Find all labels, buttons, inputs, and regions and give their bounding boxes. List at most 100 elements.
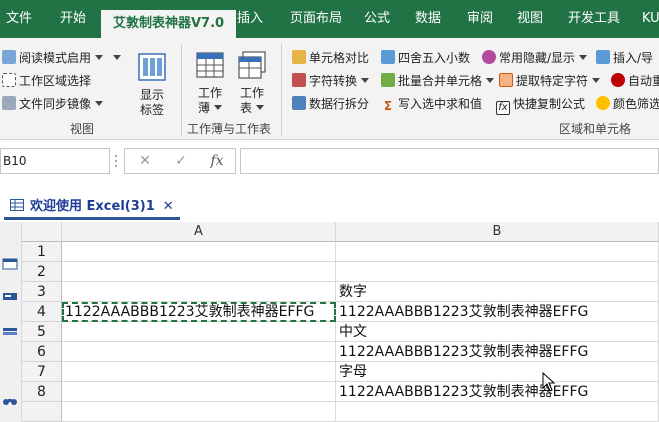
char-convert-label: 字符转换: [309, 74, 358, 88]
sheet-grid-icon: [10, 199, 24, 211]
cell-b3[interactable]: 数字: [336, 282, 659, 302]
extract-icon: [499, 73, 513, 87]
reading-mode-button[interactable]: 阅读模式启用: [2, 48, 122, 68]
worksheet-icon: [238, 51, 266, 79]
batch-merge-label: 批量合并单元格: [398, 74, 483, 88]
cell-a2[interactable]: [62, 262, 336, 282]
workbook-group-label: 工作薄与工作表: [187, 122, 272, 136]
cell-a6[interactable]: [62, 342, 336, 362]
file-sync-mirror-button[interactable]: 文件同步镜像: [2, 94, 104, 114]
auto-repeat-label: 自动重: [628, 74, 659, 88]
hide-show-button[interactable]: 常用隐藏/显示: [482, 48, 588, 68]
row-split-button[interactable]: 数据行拆分: [292, 94, 369, 114]
row-header[interactable]: 4: [22, 302, 62, 322]
char-convert-button[interactable]: 字符转换: [292, 71, 370, 91]
cell-b8[interactable]: 1122AAABBB1223艾敦制表神器EFFG: [336, 382, 659, 402]
formula-input[interactable]: [240, 148, 659, 174]
tab-page-layout[interactable]: 页面布局: [288, 0, 344, 38]
tab-file[interactable]: 文件: [4, 0, 34, 38]
round-decimal-label: 四舍五入小数: [398, 51, 471, 65]
stack-icon[interactable]: [2, 326, 18, 338]
binoculars-icon[interactable]: [2, 394, 18, 406]
select-all-corner[interactable]: [22, 222, 62, 242]
tab-view[interactable]: 视图: [515, 0, 545, 38]
work-area-select-label: 工作区域选择: [19, 74, 92, 88]
workbook-button[interactable]: 工作 薄: [192, 50, 228, 116]
drag-handle-icon[interactable]: [114, 154, 118, 168]
row-header[interactable]: 1: [22, 242, 62, 262]
row-header[interactable]: 8: [22, 382, 62, 402]
cell-a3[interactable]: [62, 282, 336, 302]
tab-review[interactable]: 审阅: [465, 0, 495, 38]
row-header[interactable]: 2: [22, 262, 62, 282]
row-header[interactable]: 3: [22, 282, 62, 302]
chevron-down-icon: [256, 105, 264, 110]
extract-chars-label: 提取特定字符: [516, 74, 589, 88]
cell-compare-button[interactable]: 单元格对比: [292, 48, 369, 68]
chevron-down-icon: [361, 78, 370, 83]
auto-repeat-button[interactable]: 自动重: [611, 71, 659, 91]
check-icon[interactable]: ✓: [171, 151, 191, 171]
cell-b9[interactable]: [336, 402, 659, 422]
insert-icon: [596, 50, 610, 64]
row-header[interactable]: 6: [22, 342, 62, 362]
worksheet-button[interactable]: 工作 表: [234, 50, 270, 116]
show-tabs-label-1: 显示: [139, 88, 164, 102]
mouse-pointer-icon: [542, 372, 556, 392]
chevron-down-icon: [486, 78, 495, 83]
region-group-label: 区域和单元格: [559, 122, 632, 136]
workbook-tab-bar: 欢迎使用 Excel(3)1 ✕: [0, 190, 659, 222]
cell-b6[interactable]: 1122AAABBB1223艾敦制表神器EFFG: [336, 342, 659, 362]
tab-insert[interactable]: 插入: [235, 0, 265, 38]
row-header[interactable]: [22, 402, 62, 422]
column-header-b[interactable]: B: [336, 222, 659, 242]
cell-b5[interactable]: 中文: [336, 322, 659, 342]
reading-mode-label: 阅读模式启用: [19, 51, 92, 65]
cell-a7[interactable]: [62, 362, 336, 382]
name-box[interactable]: B10: [0, 148, 110, 174]
function-icon[interactable]: fx: [207, 151, 227, 171]
work-area-select-button[interactable]: 工作区域选择: [2, 71, 91, 91]
cancel-icon[interactable]: ✕: [135, 151, 155, 171]
cell-a8[interactable]: [62, 382, 336, 402]
hide-eye-icon: [482, 50, 496, 64]
reading-mode-icon: [2, 50, 16, 64]
tab-aidun-tools[interactable]: 艾敦制表神器V7.0: [101, 10, 237, 38]
insert-export-button[interactable]: 插入/导: [596, 48, 653, 68]
color-filter-button[interactable]: 颜色筛选: [596, 94, 659, 114]
chevron-down-icon: [579, 55, 588, 60]
tab-formulas[interactable]: 公式: [362, 0, 392, 38]
spreadsheet-grid: A B 1 2 3 数字 4 1122AAABBB1223艾敦制表神器EFFG …: [22, 222, 659, 422]
worksheet-label-2: 表: [234, 101, 270, 116]
write-sum-button[interactable]: Σ 写入选中求和值: [381, 94, 482, 114]
row-header[interactable]: 7: [22, 362, 62, 382]
extract-chars-button[interactable]: 提取特定字符: [499, 71, 601, 91]
tab-developer[interactable]: 开发工具: [566, 0, 622, 38]
hide-show-label: 常用隐藏/显示: [499, 51, 576, 65]
cell-a4[interactable]: 1122AAABBB1223艾敦制表神器EFFG: [62, 302, 336, 322]
cell-b4[interactable]: 1122AAABBB1223艾敦制表神器EFFG: [336, 302, 659, 322]
workbook-tab[interactable]: 欢迎使用 Excel(3)1 ✕: [4, 194, 180, 220]
view-group-label: 视图: [70, 122, 95, 136]
cell-b1[interactable]: [336, 242, 659, 262]
drive-icon[interactable]: [2, 290, 18, 302]
column-header-a[interactable]: A: [62, 222, 336, 242]
cell-a9[interactable]: [62, 402, 336, 422]
table-icon[interactable]: [2, 258, 18, 270]
batch-merge-button[interactable]: 批量合并单元格: [381, 71, 495, 91]
tab-home[interactable]: 开始: [58, 0, 88, 38]
row-header[interactable]: 5: [22, 322, 62, 342]
tab-data[interactable]: 数据: [413, 0, 443, 38]
cell-a1[interactable]: [62, 242, 336, 262]
tab-ku[interactable]: KU: [640, 0, 659, 38]
close-icon[interactable]: ✕: [163, 199, 174, 214]
cell-b7[interactable]: 字母: [336, 362, 659, 382]
cell-a5[interactable]: [62, 322, 336, 342]
cell-b2[interactable]: [336, 262, 659, 282]
compare-icon: [292, 50, 306, 64]
chevron-down-icon: [592, 78, 601, 83]
copy-formula-button[interactable]: fx 快捷复制公式: [496, 94, 585, 115]
round-decimal-button[interactable]: 四舍五入小数: [381, 48, 470, 68]
show-tabs-button[interactable]: 显示 标签: [133, 52, 171, 118]
workbook-label-1: 工作: [197, 86, 222, 100]
